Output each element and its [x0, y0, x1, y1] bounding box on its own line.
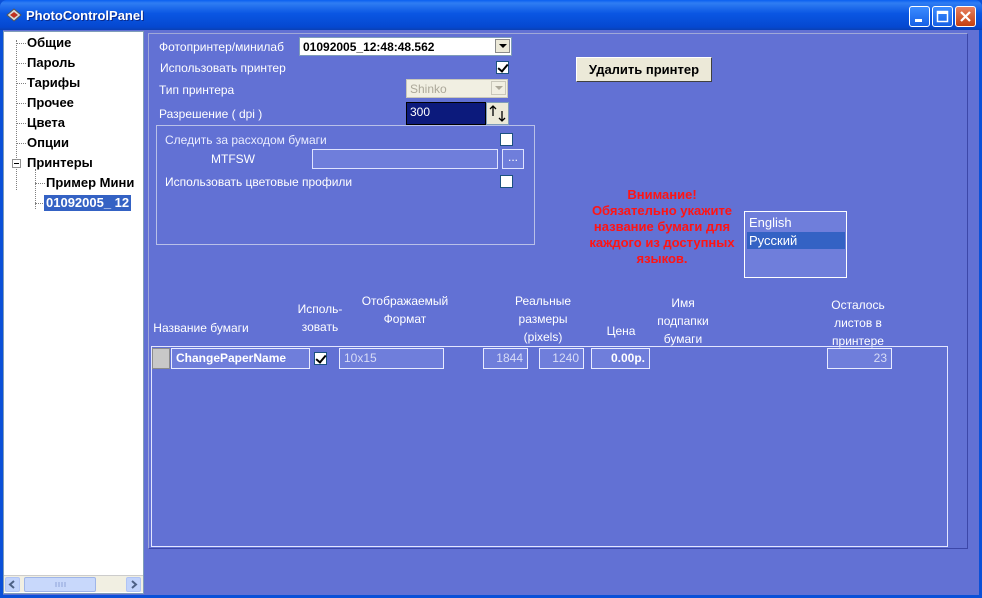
header-line: Отображаемый: [361, 294, 449, 308]
track-paper-label: Следить за расходом бумаги: [165, 133, 327, 147]
paper-name-cell[interactable]: ChangePaperName: [171, 348, 310, 369]
settings-tree[interactable]: Общие Пароль Тарифы Прочее Цвета Опции П…: [3, 31, 144, 594]
up-down-arrows-icon: [489, 105, 506, 122]
tree-item-selected-printer[interactable]: 01092005_ 12: [44, 195, 132, 211]
header-line: размеры: [518, 312, 568, 326]
chevron-left-icon: [8, 580, 15, 589]
warning-line: языков.: [636, 251, 688, 266]
printer-label: Фотопринтер/минилаб: [159, 40, 284, 54]
app-icon: [6, 8, 22, 22]
tree-line: [35, 183, 45, 184]
chevron-down-icon[interactable]: [491, 81, 506, 95]
maximize-icon: [936, 10, 949, 23]
tree-item-colors[interactable]: Цвета: [27, 115, 65, 131]
price-cell[interactable]: 0.00р.: [591, 348, 650, 369]
language-list[interactable]: English Русский: [744, 211, 847, 278]
title-bar[interactable]: PhotoControlPanel: [0, 0, 982, 30]
minimize-button[interactable]: [909, 6, 930, 27]
header-line: подпапки: [657, 314, 709, 328]
header-line: листов в: [834, 316, 882, 330]
pixel-width-cell[interactable]: 1844: [483, 348, 528, 369]
scroll-left-button[interactable]: [5, 577, 20, 592]
scroll-right-button[interactable]: [126, 577, 141, 592]
warning-line: каждого из доступных: [589, 235, 735, 250]
resolution-label: Разрешение ( dpi ): [159, 107, 263, 121]
maximize-button[interactable]: [932, 6, 953, 27]
window-title: PhotoControlPanel: [26, 8, 144, 23]
header-line: зовать: [301, 320, 339, 334]
pixel-height-cell[interactable]: 1240: [539, 348, 584, 369]
header-subfolder: Имя подпапки бумаги: [643, 294, 723, 348]
paper-name-warning: Внимание! Обязательно укажите название б…: [580, 187, 744, 267]
tree-line: [16, 123, 26, 124]
mtfsw-browse-button[interactable]: ...: [502, 149, 524, 169]
header-line: Имя: [671, 296, 695, 310]
paper-use-checkbox[interactable]: [314, 352, 327, 365]
header-line: Осталось: [831, 298, 885, 312]
close-icon: [960, 11, 971, 22]
language-item-russian[interactable]: Русский: [747, 232, 845, 249]
tree-item-printers[interactable]: Принтеры: [27, 155, 93, 171]
display-format-cell[interactable]: 10x15: [339, 348, 444, 369]
paper-grid[interactable]: [151, 346, 948, 547]
tree-line: [16, 43, 26, 44]
header-display-format: Отображаемый Формат: [350, 292, 460, 328]
header-line: (pixels): [523, 330, 563, 344]
tree-item-general[interactable]: Общие: [27, 35, 71, 51]
tree-item-options[interactable]: Опции: [27, 135, 69, 151]
mtfsw-input[interactable]: [312, 149, 498, 169]
close-button[interactable]: [955, 6, 976, 27]
tree-line: [16, 83, 26, 84]
sheets-left-cell[interactable]: 23: [827, 348, 892, 369]
printer-type-select[interactable]: Shinko: [406, 79, 508, 98]
tree-line: [16, 143, 26, 144]
color-profiles-label: Использовать цветовые профили: [165, 175, 353, 189]
warning-line: Внимание!: [627, 187, 697, 202]
printer-select-value: 01092005_12:48:48.562: [303, 40, 435, 54]
header-paper-name: Название бумаги: [153, 321, 249, 335]
printer-select[interactable]: 01092005_12:48:48.562: [299, 37, 512, 56]
tree-item-other[interactable]: Прочее: [27, 95, 74, 111]
header-use: Исполь- зовать: [290, 300, 350, 336]
grip-icon: [55, 582, 66, 587]
row-selector[interactable]: [152, 348, 170, 369]
resolution-input[interactable]: 300: [406, 102, 486, 125]
header-real-size: Реальные размеры (pixels): [503, 292, 583, 346]
warning-line: Обязательно укажите: [591, 203, 733, 218]
printer-type-value: Shinko: [410, 82, 447, 96]
warning-line: название бумаги для: [593, 219, 731, 234]
header-price: Цена: [606, 324, 636, 338]
header-line: Формат: [383, 312, 427, 326]
tree-item-sample-minilab[interactable]: Пример Мини: [46, 175, 134, 191]
mtfsw-label: MTFSW: [211, 152, 255, 166]
tree-line: [16, 103, 26, 104]
chevron-right-icon: [131, 580, 138, 589]
tree-line: [16, 63, 26, 64]
use-printer-checkbox[interactable]: [496, 61, 509, 74]
header-sheets-left: Осталось листов в принтере: [815, 296, 901, 350]
chevron-down-icon[interactable]: [495, 39, 510, 53]
language-item-english[interactable]: English: [747, 214, 845, 231]
track-paper-checkbox[interactable]: [500, 133, 513, 146]
header-line: Исполь-: [297, 302, 343, 316]
color-profiles-checkbox[interactable]: [500, 175, 513, 188]
tree-horizontal-scrollbar[interactable]: [4, 575, 143, 592]
use-printer-label: Использовать принтер: [160, 61, 286, 75]
header-line: Реальные: [514, 294, 571, 308]
tree-item-password[interactable]: Пароль: [27, 55, 75, 71]
printer-type-label: Тип принтера: [159, 83, 235, 97]
collapse-printers-icon[interactable]: [12, 159, 21, 168]
tree-item-tariffs[interactable]: Тарифы: [27, 75, 80, 91]
delete-printer-button[interactable]: Удалить принтер: [576, 57, 712, 82]
resolution-spinner[interactable]: [486, 102, 509, 125]
scroll-thumb[interactable]: [24, 577, 96, 592]
minimize-icon: [915, 19, 922, 22]
